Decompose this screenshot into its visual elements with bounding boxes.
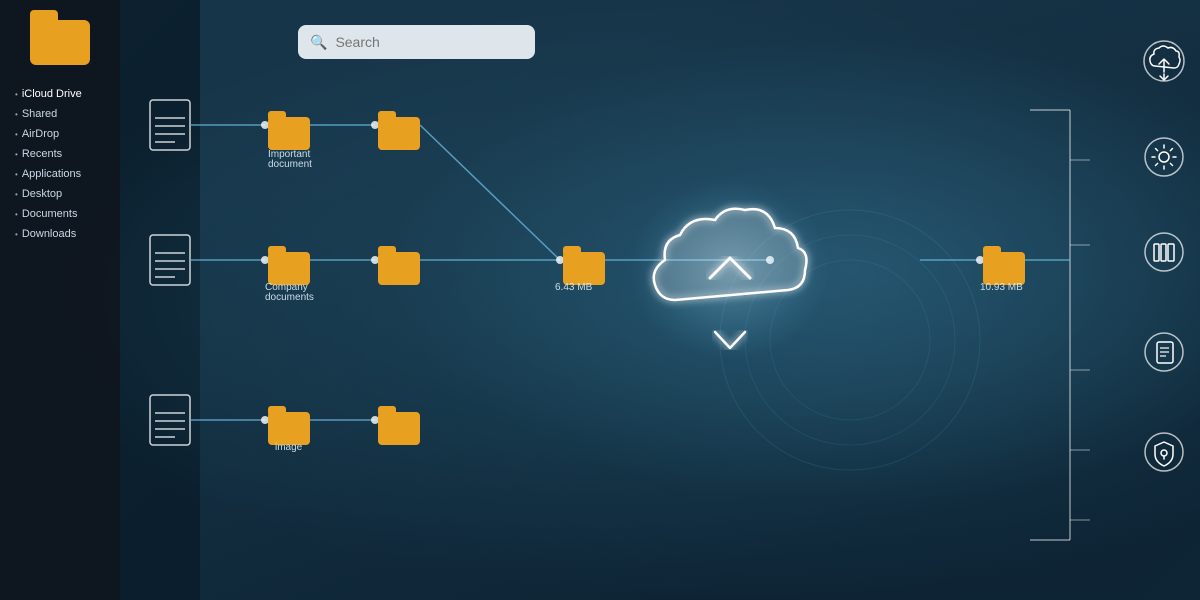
sidebar-item-desktop[interactable]: Desktop — [10, 185, 110, 203]
sidebar-item-shared[interactable]: Shared — [10, 105, 110, 123]
right-icon-library[interactable] — [1144, 232, 1184, 277]
right-icon-settings[interactable] — [1144, 137, 1184, 177]
document-icon-svg — [1144, 332, 1184, 372]
sidebar-item-icloud-drive[interactable]: iCloud Drive — [10, 85, 110, 103]
right-icon-document[interactable] — [1144, 332, 1184, 377]
search-bar-container: 🔍 — [298, 25, 535, 59]
search-icon: 🔍 — [310, 34, 327, 51]
gear-icon-svg — [1144, 137, 1184, 177]
cloud-upload-svg — [1143, 40, 1185, 82]
sidebar-item-airdrop[interactable]: AirDrop — [10, 125, 110, 143]
search-bar: 🔍 — [298, 25, 535, 59]
right-icon-cloud-upload[interactable] — [1143, 40, 1185, 82]
right-icons-panel — [1143, 40, 1185, 477]
right-icon-security[interactable] — [1144, 432, 1184, 477]
library-icon-svg — [1144, 232, 1184, 272]
sidebar-item-recents[interactable]: Recents — [10, 145, 110, 163]
sidebar-folder-icon — [0, 10, 120, 75]
person-silhouette — [200, 0, 1200, 600]
security-icon-svg — [1144, 432, 1184, 472]
main-folder-icon — [30, 20, 90, 65]
search-input[interactable] — [335, 34, 515, 50]
sidebar-item-documents[interactable]: Documents — [10, 205, 110, 223]
sidebar-item-downloads[interactable]: Downloads — [10, 225, 110, 243]
sidebar-item-applications[interactable]: Applications — [10, 165, 110, 183]
sidebar-nav: iCloud Drive Shared AirDrop Recents Appl… — [0, 80, 120, 248]
sidebar: iCloud Drive Shared AirDrop Recents Appl… — [0, 0, 120, 600]
